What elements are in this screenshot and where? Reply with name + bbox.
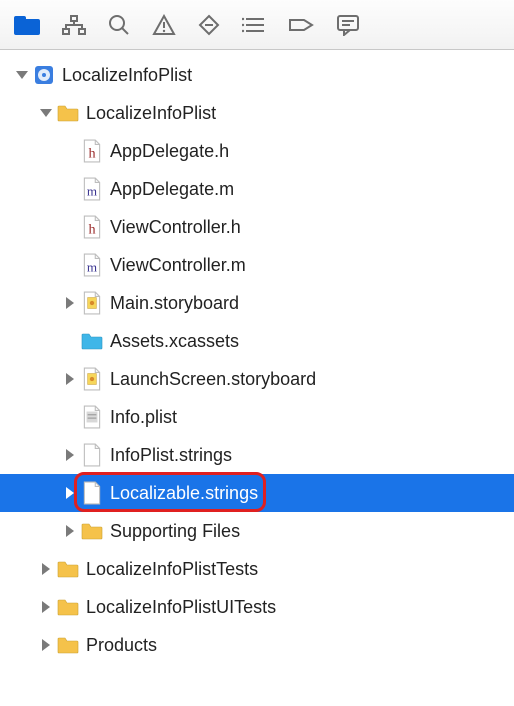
comment-icon[interactable] bbox=[336, 14, 360, 36]
tree-row[interactable]: Localizable.strings bbox=[0, 474, 514, 512]
disclosure-triangle-icon bbox=[62, 181, 78, 197]
disclosure-triangle-icon bbox=[62, 257, 78, 273]
disclosure-triangle-icon bbox=[62, 143, 78, 159]
folder-icon bbox=[80, 519, 104, 543]
tree-row[interactable]: m ViewController.m bbox=[0, 246, 514, 284]
tree-row-label: Info.plist bbox=[110, 407, 177, 428]
search-icon[interactable] bbox=[108, 14, 130, 36]
tree-row-label: Products bbox=[86, 635, 157, 656]
folder-icon bbox=[56, 633, 80, 657]
file-generic-icon bbox=[80, 481, 104, 505]
disclosure-triangle-icon[interactable] bbox=[62, 523, 78, 539]
svg-text:h: h bbox=[88, 222, 95, 238]
disclosure-triangle-icon[interactable] bbox=[38, 561, 54, 577]
disclosure-triangle-icon[interactable] bbox=[62, 371, 78, 387]
tree-row[interactable]: h AppDelegate.h bbox=[0, 132, 514, 170]
disclosure-triangle-icon[interactable] bbox=[38, 599, 54, 615]
project-icon bbox=[32, 63, 56, 87]
tree-row[interactable]: Supporting Files bbox=[0, 512, 514, 550]
tree-row[interactable]: Info.plist bbox=[0, 398, 514, 436]
folder-icon[interactable] bbox=[14, 15, 40, 35]
svg-text:m: m bbox=[87, 260, 97, 275]
tree-row-label: LocalizeInfoPlist bbox=[86, 103, 216, 124]
tree-row[interactable]: Products bbox=[0, 626, 514, 664]
tree-row-label: AppDelegate.m bbox=[110, 179, 234, 200]
tree-row-label: LaunchScreen.storyboard bbox=[110, 369, 316, 390]
tree-row-label: ViewController.m bbox=[110, 255, 246, 276]
project-navigator[interactable]: LocalizeInfoPlist LocalizeInfoPlist h AppDe… bbox=[0, 50, 514, 664]
folder-icon bbox=[56, 557, 80, 581]
tree-row[interactable]: m AppDelegate.m bbox=[0, 170, 514, 208]
tree-row[interactable]: Main.storyboard bbox=[0, 284, 514, 322]
disclosure-triangle-icon[interactable] bbox=[38, 105, 54, 121]
tree-row-label: Supporting Files bbox=[110, 521, 240, 542]
file-m-icon: m bbox=[80, 253, 104, 277]
warning-icon[interactable] bbox=[152, 14, 176, 36]
plist-icon bbox=[80, 405, 104, 429]
tree-row[interactable]: LocalizeInfoPlistTests bbox=[0, 550, 514, 588]
disclosure-triangle-icon[interactable] bbox=[62, 485, 78, 501]
tag-icon[interactable] bbox=[288, 16, 314, 34]
file-m-icon: m bbox=[80, 177, 104, 201]
folder-icon bbox=[56, 101, 80, 125]
list-icon[interactable] bbox=[242, 16, 266, 34]
disclosure-triangle-icon[interactable] bbox=[38, 637, 54, 653]
tree-row-label: Main.storyboard bbox=[110, 293, 239, 314]
tree-row-label: Assets.xcassets bbox=[110, 331, 239, 352]
disclosure-triangle-icon bbox=[62, 219, 78, 235]
tree-row[interactable]: h ViewController.h bbox=[0, 208, 514, 246]
tree-row[interactable]: LocalizeInfoPlist bbox=[0, 56, 514, 94]
disclosure-triangle-icon bbox=[62, 333, 78, 349]
disclosure-triangle-icon bbox=[62, 409, 78, 425]
tree-row-label: LocalizeInfoPlist bbox=[62, 65, 192, 86]
hierarchy-icon[interactable] bbox=[62, 15, 86, 35]
assets-icon bbox=[80, 329, 104, 353]
file-h-icon: h bbox=[80, 139, 104, 163]
diamond-icon[interactable] bbox=[198, 14, 220, 36]
storyboard-icon bbox=[80, 291, 104, 315]
tree-row-label: ViewController.h bbox=[110, 217, 241, 238]
svg-text:h: h bbox=[88, 146, 95, 162]
storyboard-icon bbox=[80, 367, 104, 391]
tree-row-label: InfoPlist.strings bbox=[110, 445, 232, 466]
tree-row-label: LocalizeInfoPlistUITests bbox=[86, 597, 276, 618]
disclosure-triangle-icon[interactable] bbox=[14, 67, 30, 83]
tree-row[interactable]: LocalizeInfoPlist bbox=[0, 94, 514, 132]
tree-row-label: AppDelegate.h bbox=[110, 141, 229, 162]
tree-row[interactable]: LaunchScreen.storyboard bbox=[0, 360, 514, 398]
tree-row-label: LocalizeInfoPlistTests bbox=[86, 559, 258, 580]
disclosure-triangle-icon[interactable] bbox=[62, 295, 78, 311]
file-h-icon: h bbox=[80, 215, 104, 239]
svg-text:m: m bbox=[87, 184, 97, 199]
file-generic-icon bbox=[80, 443, 104, 467]
tree-row-label: Localizable.strings bbox=[110, 483, 258, 504]
disclosure-triangle-icon[interactable] bbox=[62, 447, 78, 463]
navigator-toolbar bbox=[0, 0, 514, 50]
tree-row[interactable]: Assets.xcassets bbox=[0, 322, 514, 360]
folder-icon bbox=[56, 595, 80, 619]
tree-row[interactable]: LocalizeInfoPlistUITests bbox=[0, 588, 514, 626]
tree-row[interactable]: InfoPlist.strings bbox=[0, 436, 514, 474]
